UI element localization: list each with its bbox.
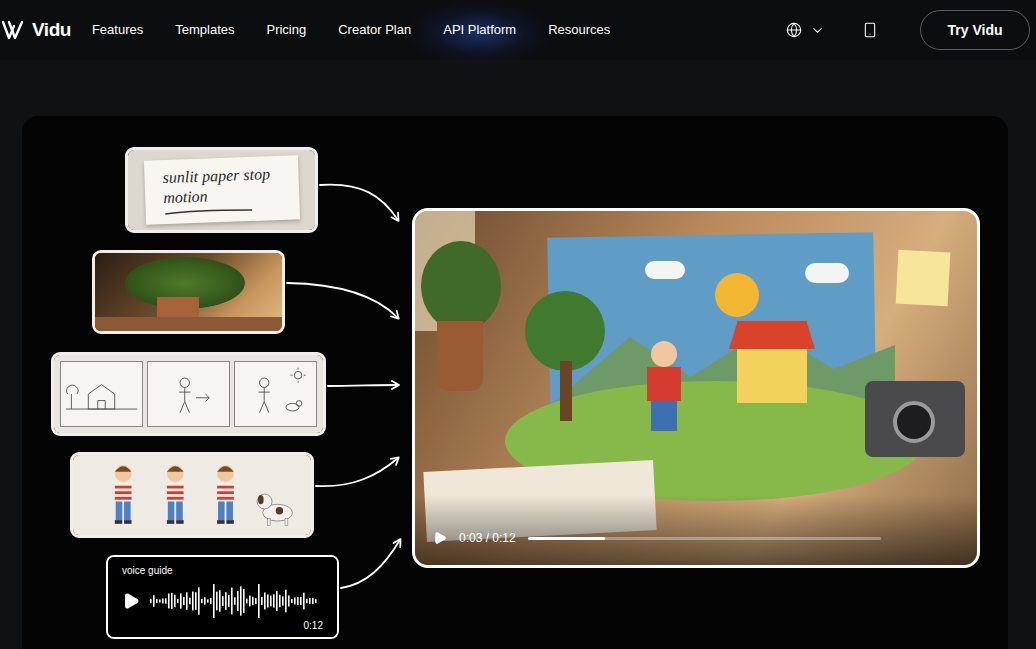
storyboard-panel [60,361,143,427]
voice-guide-label: voice guide [122,565,323,577]
prompt-note: sunlit paper stop motion [143,155,299,224]
voice-input-card[interactable]: voice guide 0:12 [106,555,339,639]
try-vidu-button[interactable]: Try Vidu [920,10,1030,50]
player-controls: 0:03 / 0:12 [433,529,881,547]
storyboard-panel [234,361,317,427]
logo[interactable]: Vidu [2,16,71,45]
storyboard [54,355,323,433]
storyboard-input-card[interactable] [51,352,326,436]
flow-arrows-icon [22,116,1008,649]
sketch-icon [61,362,142,426]
progress-bar[interactable] [528,537,881,540]
nav-item[interactable]: API Platform [443,0,516,60]
nav-menu: Features Templates Pricing Creator Plan API … [92,0,610,60]
voice-duration: 0:12 [304,620,323,632]
nav-item[interactable]: Resources [548,0,610,60]
video-frame [415,211,977,565]
input-list: sunlit paper stop motion voice guide 0:12 [22,116,342,649]
video-player[interactable]: 0:03 / 0:12 [412,208,980,568]
prompt-text: sunlit paper stop motion [162,164,281,208]
sketch-icon [148,362,229,426]
storyboard-panel [147,361,230,427]
underline-scribble-icon [163,207,253,216]
character-figures-icon [73,455,311,535]
chevron-down-icon [810,23,825,38]
vidu-logo-icon [2,20,26,40]
nav-bar: Vidu Features Templates Pricing Creator Plan… [0,0,1036,60]
play-icon[interactable] [122,592,140,610]
voice-guide-card[interactable]: voice guide 0:12 [108,557,337,637]
progress-fill [528,537,606,540]
player-time: 0:03 / 0:12 [459,529,516,547]
page: Vidu Features Templates Pricing Creator Plan… [0,0,1036,649]
note-input-card[interactable]: sunlit paper stop motion [125,147,318,233]
mobile-app-button[interactable] [862,22,878,38]
play-icon[interactable] [433,531,447,545]
sketch-icon [235,362,316,426]
language-menu[interactable] [786,22,825,38]
globe-icon [786,22,802,38]
plant-photo [95,253,282,331]
logo-text: Vidu [32,16,71,45]
nav-item[interactable]: Templates [175,0,234,60]
photo-input-card[interactable] [92,250,285,334]
nav-item[interactable]: Pricing [266,0,306,60]
smartphone-icon [862,22,878,38]
character-sheet [73,455,311,535]
nav-item[interactable]: Features [92,0,143,60]
nav-item[interactable]: Creator Plan [338,0,411,60]
waveform-icon [150,583,318,619]
character-sheet-input-card[interactable] [70,452,314,538]
showcase-card: sunlit paper stop motion voice guide 0:12 0… [22,116,1008,649]
